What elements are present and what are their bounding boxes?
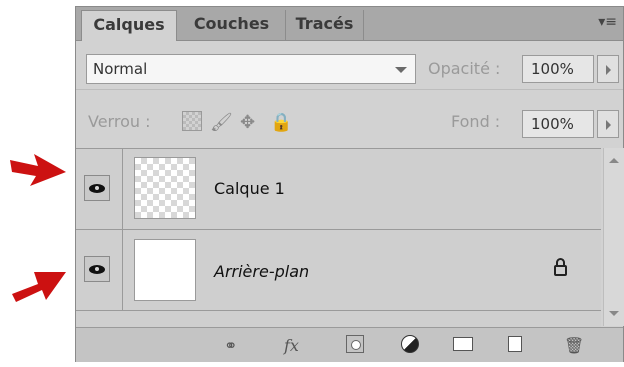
lock-label: Verrou : (88, 112, 151, 131)
trash-icon[interactable]: 🗑 (564, 336, 584, 355)
new-layer-icon[interactable] (508, 336, 522, 352)
lock-all-padlock-icon[interactable]: 🔒 (270, 112, 292, 133)
opacity-input[interactable]: 100% (522, 55, 594, 83)
tab-calques[interactable]: Calques (81, 10, 177, 41)
fill-slider-button[interactable] (597, 110, 619, 138)
adjustment-layer-icon[interactable] (401, 335, 419, 353)
layer-name[interactable]: Calque 1 (214, 179, 285, 198)
blend-mode-select[interactable]: Normal (86, 54, 416, 84)
annotation-arrow-2 (12, 272, 66, 302)
tab-couches[interactable]: Couches (178, 10, 286, 40)
mask-circle (351, 340, 361, 350)
link-layers-icon[interactable]: ⚭ (224, 336, 237, 355)
visibility-eye-icon[interactable] (84, 256, 110, 282)
new-group-folder-icon[interactable] (453, 337, 473, 351)
panel-menu-icon[interactable]: ▾≡ (598, 14, 617, 30)
panel-footer-toolbar: ⚭ fx 🗑 (76, 327, 623, 362)
fx-layer-style-icon[interactable]: fx (284, 336, 299, 355)
layers-list: Calque 1 Arrière-plan (76, 148, 601, 327)
blend-mode-value: Normal (93, 60, 148, 78)
panel-tab-bar: Calques Couches Tracés ▾≡ (76, 7, 623, 41)
lock-transparent-pixels-icon[interactable] (182, 111, 202, 131)
padlock-icon (554, 258, 567, 276)
opacity-label: Opacité : (428, 59, 501, 78)
opacity-slider-button[interactable] (597, 55, 619, 83)
layers-panel: Calques Couches Tracés ▾≡ Normal Opacité… (75, 6, 624, 362)
chevron-down-icon (395, 67, 407, 73)
layer-divider (122, 149, 123, 229)
visibility-eye-icon[interactable] (84, 175, 110, 201)
fill-input[interactable]: 100% (522, 110, 594, 138)
layer-row-calque-1[interactable]: Calque 1 (76, 149, 601, 230)
tab-traces[interactable]: Tracés (286, 10, 364, 40)
layer-thumbnail (134, 239, 196, 301)
layer-row-arriere-plan[interactable]: Arrière-plan (76, 230, 601, 311)
layer-name[interactable]: Arrière-plan (214, 262, 309, 281)
lock-row: Verrou : 🖌 ✥ 🔒 Fond : 100% (76, 89, 623, 145)
lock-image-pixels-brush-icon[interactable]: 🖌 (210, 112, 233, 133)
layer-divider (122, 230, 123, 310)
scroll-up-icon[interactable] (609, 158, 619, 163)
annotation-arrow-1 (10, 154, 66, 186)
add-mask-icon[interactable] (346, 335, 364, 353)
layer-thumbnail (134, 157, 196, 219)
scroll-down-icon[interactable] (609, 311, 619, 316)
blend-row: Normal Opacité : 100% (76, 41, 623, 88)
layers-scrollbar[interactable] (603, 148, 624, 326)
lock-position-move-icon[interactable]: ✥ (240, 112, 255, 133)
fill-label: Fond : (451, 112, 501, 131)
